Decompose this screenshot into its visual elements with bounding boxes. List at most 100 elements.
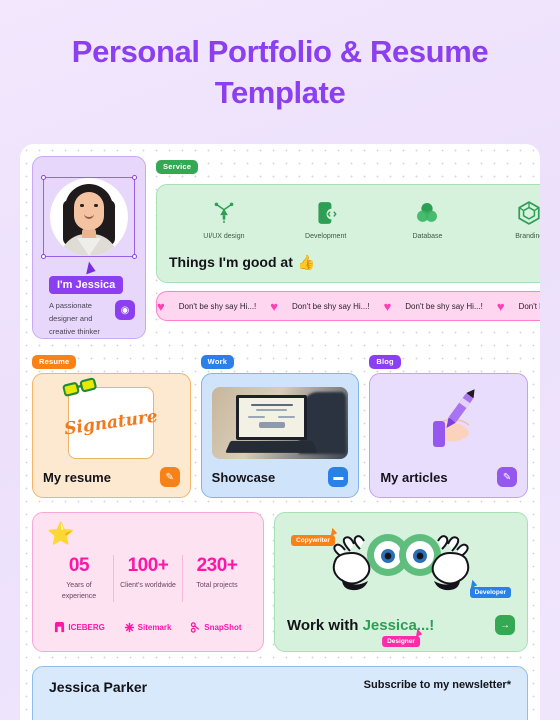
blog-card[interactable]: My articles ✎	[369, 373, 529, 498]
sunglasses-icon	[62, 377, 97, 396]
row2-badges: Resume Work Blog	[32, 351, 528, 369]
service-label: Development	[305, 233, 347, 240]
marquee-text: Don't be shy say Hi...!	[178, 301, 257, 311]
footer-card: Jessica Parker Subscribe to my newslette…	[32, 666, 528, 720]
avatar	[50, 178, 128, 256]
resume-badge: Resume	[32, 354, 77, 369]
hand-writing-image	[432, 388, 475, 447]
service-badge: Service	[156, 159, 199, 174]
service-item-uiux[interactable]: UI/UX design	[189, 200, 259, 240]
logo-sitemark: Sitemark	[124, 622, 172, 633]
service-icon-list: UI/UX design Development Database Brandi…	[169, 197, 540, 240]
stat-value: 05	[68, 555, 90, 576]
briefcase-icon[interactable]: ▬	[328, 467, 349, 487]
signature-image: Signature	[62, 377, 159, 459]
iceberg-logo-icon	[55, 622, 65, 633]
stat-item: 100+ Client's worldwide	[113, 555, 182, 603]
client-logos: ICEBERG Sitemark SnapShot	[45, 622, 251, 634]
cube-icon	[518, 201, 540, 225]
logo-label: SnapShot	[204, 623, 242, 633]
showcase-title: Showcase	[211, 469, 276, 485]
cursor-pointer-icon	[82, 260, 96, 275]
snapshot-logo-icon	[191, 622, 200, 634]
work-title-highlight: Jessica...!	[362, 616, 435, 634]
service-label: Branding	[515, 233, 540, 240]
play-circle-icon[interactable]: ◉	[115, 300, 135, 320]
edit-pencil-icon[interactable]: ✎	[497, 467, 518, 487]
stat-item: 230+ Total projects	[182, 555, 251, 603]
service-label: Database	[412, 233, 443, 240]
resume-title: My resume	[43, 469, 111, 485]
service-item-database[interactable]: Database	[392, 200, 462, 240]
resize-handle-bottom-left[interactable]	[41, 254, 46, 259]
service-card[interactable]: UI/UX design Development Database Brandi…	[156, 184, 540, 283]
thumbs-up-emoji: 👍	[297, 253, 316, 270]
work-badge: Work	[200, 354, 235, 369]
marquee-text: Don't be shy say Hi...!	[405, 301, 483, 311]
stat-value: 100+	[127, 555, 169, 576]
service-item-development[interactable]: Development	[291, 200, 361, 240]
heart-icon: ♥	[157, 298, 165, 314]
pen-tool-icon	[214, 202, 234, 223]
row-feature-cards: Signature My resume ✎ Showcase ▬ My arti…	[32, 373, 529, 498]
page-title: Personal Portfolio & Resume Template	[71, 34, 489, 110]
marquee-text: Don't be shy say Hi...!	[292, 301, 370, 311]
edit-pencil-icon[interactable]: ✎	[159, 467, 180, 487]
stat-label: Total projects	[196, 582, 238, 589]
tag-label: Designer	[387, 638, 415, 645]
service-label: UI/UX design	[203, 233, 245, 240]
stat-item: 05 Years of experience	[45, 555, 113, 602]
resize-handle-top-left[interactable]	[41, 175, 46, 180]
logo-iceberg: ICEBERG	[54, 622, 105, 633]
heart-icon: ♥	[383, 298, 392, 314]
color-circles-icon	[417, 203, 438, 222]
sitemark-logo-icon	[124, 623, 134, 633]
service-item-branding[interactable]: Branding	[494, 200, 540, 240]
stat-value: 230+	[196, 555, 238, 576]
work-title-prefix: Work with	[287, 616, 363, 634]
logo-label: ICEBERG	[68, 623, 105, 633]
logo-label: Sitemark	[137, 623, 172, 633]
work-with-card[interactable]: Copywriter Developer Designer Work with …	[274, 512, 528, 652]
photo-selection-frame[interactable]	[41, 175, 137, 259]
showcase-card[interactable]: Showcase ▬	[200, 373, 360, 498]
stats-card: ⭐ 05 Years of experience 100+ Client's w…	[32, 512, 264, 652]
blog-badge: Blog	[369, 354, 401, 369]
portfolio-canvas: I'm Jessica A passionate designer and cr…	[20, 144, 540, 720]
work-footer: Work with Jessica...! →	[287, 615, 515, 635]
heart-icon: ♥	[270, 298, 278, 314]
stat-label: Client's worldwide	[120, 582, 176, 589]
mascot-eyes-hands-image	[332, 534, 470, 591]
row-stats-work: ⭐ 05 Years of experience 100+ Client's w…	[32, 512, 528, 652]
mobile-code-icon	[318, 202, 338, 224]
resume-media: Signature	[43, 377, 180, 461]
resize-handle-bottom-right[interactable]	[132, 254, 137, 259]
profile-name-badge: I'm Jessica	[49, 276, 124, 294]
service-title-row: Things I'm good at 👍	[169, 254, 315, 271]
resize-handle-top-right[interactable]	[132, 175, 137, 180]
marquee-track: ♥ Don't be shy say Hi...! ♥ Don't be shy…	[157, 299, 540, 314]
tag-designer: Designer	[382, 627, 423, 647]
profile-description: A passionate designer and creative think…	[49, 301, 100, 336]
showcase-media	[211, 384, 349, 461]
heart-icon: ♥	[496, 298, 505, 314]
service-title: Things I'm good at	[169, 254, 293, 270]
arrow-right-icon[interactable]: →	[495, 615, 515, 635]
newsletter-title: Subscribe to my newsletter*	[363, 679, 511, 691]
stat-label: Years of experience	[61, 582, 97, 601]
footer-name: Jessica Parker	[49, 679, 148, 695]
signature-text: Signature	[63, 406, 160, 439]
profile-card[interactable]: I'm Jessica A passionate designer and cr…	[32, 156, 146, 339]
resume-card[interactable]: Signature My resume ✎	[32, 373, 191, 498]
stats-row: 05 Years of experience 100+ Client's wor…	[45, 555, 251, 603]
star-emoji: ⭐	[47, 521, 75, 546]
marquee-banner: ♥ Don't be shy say Hi...! ♥ Don't be shy…	[156, 291, 540, 321]
blog-media	[380, 384, 517, 461]
logo-snapshot: SnapShot	[190, 622, 242, 634]
row-profile-service: I'm Jessica A passionate designer and cr…	[32, 156, 540, 339]
marquee-text: Don't be shy say Hi...!	[518, 301, 540, 311]
work-title: Work with Jessica...!	[287, 617, 434, 634]
laptop-photo	[211, 386, 349, 459]
blog-title: My articles	[380, 469, 448, 485]
right-column: Service UI/UX design Development Databas…	[156, 156, 540, 321]
